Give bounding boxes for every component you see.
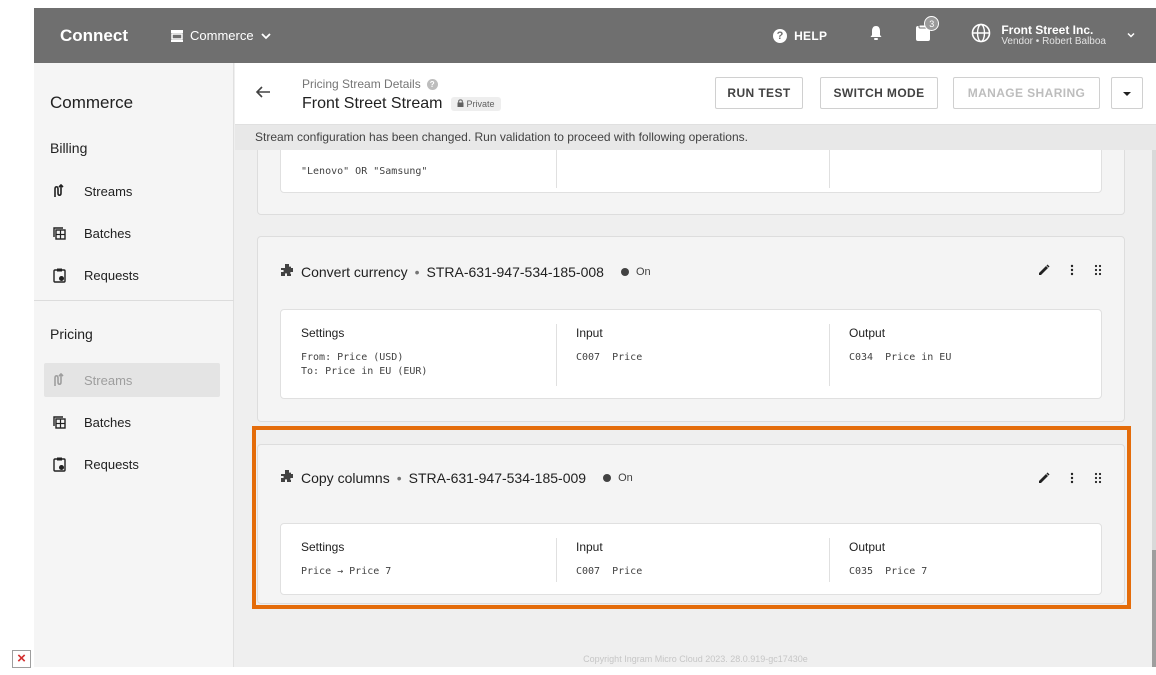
lock-icon [457,99,464,109]
card-details: "Lenovo" OR "Samsung" [280,150,1102,193]
puzzle-icon [280,263,294,280]
output-value: C034 Price in EU [849,352,952,363]
filter-value: "Lenovo" OR "Samsung" [301,166,428,177]
scrollbar-thumb[interactable] [1152,550,1156,667]
help-label: HELP [794,28,828,43]
column-header: Settings [301,326,345,340]
sidebar-item-label: Streams [84,372,133,388]
column-header: Output [849,326,886,340]
batches-icon [52,414,66,430]
card-id: STRA-631-947-534-185-008 [426,263,604,280]
sidebar-item-label: Batches [84,225,131,241]
drag-handle-icon[interactable] [1094,263,1102,281]
broken-image-icon: × [12,650,31,668]
sidebar-item-pricing-requests[interactable]: Requests [44,447,220,481]
sidebar-item-billing-batches[interactable]: Batches [44,216,220,250]
caret-down-icon [1122,86,1132,100]
sidebar-item-label: Streams [84,183,133,199]
breadcrumb-label: Pricing Stream Details [302,77,421,91]
status-dot [620,267,629,276]
more-actions-button[interactable] [1111,77,1143,109]
sidebar-divider [34,300,234,301]
card-header: Convert currency • STRA-631-947-534-185-… [280,263,651,280]
chevron-down-icon [260,30,272,42]
help-button[interactable]: ? HELP [773,28,828,43]
more-vert-icon[interactable] [1070,263,1074,281]
input-value: C007 Price [576,352,643,363]
batches-icon [52,225,66,241]
switch-mode-button[interactable]: SWITCH MODE [820,77,938,109]
bell-icon[interactable] [869,25,883,46]
sidebar-item-billing-streams[interactable]: Streams [44,174,220,208]
top-bar: Connect Commerce ? HELP 3 Front Street I… [34,8,1156,63]
card-title: Convert currency [301,263,408,280]
transformation-card-previous: "Lenovo" OR "Samsung" [257,150,1125,215]
stream-icon [52,183,66,199]
requests-icon [52,456,66,472]
account-role: Vendor • Robert Balboa [1001,35,1106,47]
separator: • [414,263,420,280]
section-title-pricing: Pricing [50,326,93,342]
footer-copyright: Copyright Ingram Micro Cloud 2023. 28.0.… [583,654,808,664]
page-header: Pricing Stream Details ? Front Street St… [235,63,1156,125]
sidebar-item-pricing-batches[interactable]: Batches [44,405,220,439]
highlight-box [252,426,1131,609]
input-column: Input C007 Price [556,310,829,398]
privacy-label: Private [466,99,495,109]
module-switcher[interactable]: Commerce [170,28,272,43]
tasks-icon[interactable]: 3 [915,16,940,47]
app-window: Connect Commerce ? HELP 3 Front Street I… [34,8,1156,667]
settings-value: From: Price (USD) To: Price in EU (EUR) [301,352,428,377]
requests-icon [52,267,66,283]
breadcrumb: Pricing Stream Details ? [302,77,438,91]
help-icon[interactable]: ? [426,78,438,90]
validation-notice: Stream configuration has been changed. R… [235,125,1156,150]
account-switcher[interactable]: Front Street Inc. Vendor • Robert Balboa [971,23,1136,48]
run-test-button[interactable]: RUN TEST [715,77,803,109]
card-details: Settings From: Price (USD) To: Price in … [280,309,1102,399]
edit-icon[interactable] [1038,263,1050,281]
globe-icon [971,23,991,48]
sidebar-item-label: Requests [84,456,139,472]
tasks-badge: 3 [924,16,940,31]
sidebar: Commerce Billing Streams Batches Request… [34,63,234,667]
status-label: On [635,265,651,278]
arrow-back-icon[interactable] [255,85,271,104]
column-divider [829,150,830,188]
sidebar-item-pricing-streams[interactable]: Streams [44,363,220,397]
stream-icon [52,372,66,388]
manage-sharing-button[interactable]: MANAGE SHARING [953,77,1100,109]
chevron-down-icon [1126,27,1136,45]
account-name: Front Street Inc. [1001,22,1094,37]
transformation-card: Convert currency • STRA-631-947-534-185-… [257,236,1125,422]
vertical-scrollbar[interactable] [1152,150,1156,667]
output-column: Output C034 Price in EU [829,310,1103,398]
privacy-badge: Private [450,97,501,111]
sidebar-title: Commerce [50,93,134,112]
page-title: Front Street Stream [302,95,443,112]
sidebar-item-billing-requests[interactable]: Requests [44,258,220,292]
module-icon [170,29,184,43]
column-divider [556,150,557,188]
brand-logo[interactable]: Connect [60,26,170,46]
section-title-billing: Billing [50,140,88,156]
help-icon: ? [773,28,788,43]
column-header: Input [576,326,603,340]
settings-column: Settings From: Price (USD) To: Price in … [281,310,556,398]
module-label: Commerce [190,28,254,43]
sidebar-item-label: Requests [84,267,139,283]
sidebar-item-label: Batches [84,414,131,430]
